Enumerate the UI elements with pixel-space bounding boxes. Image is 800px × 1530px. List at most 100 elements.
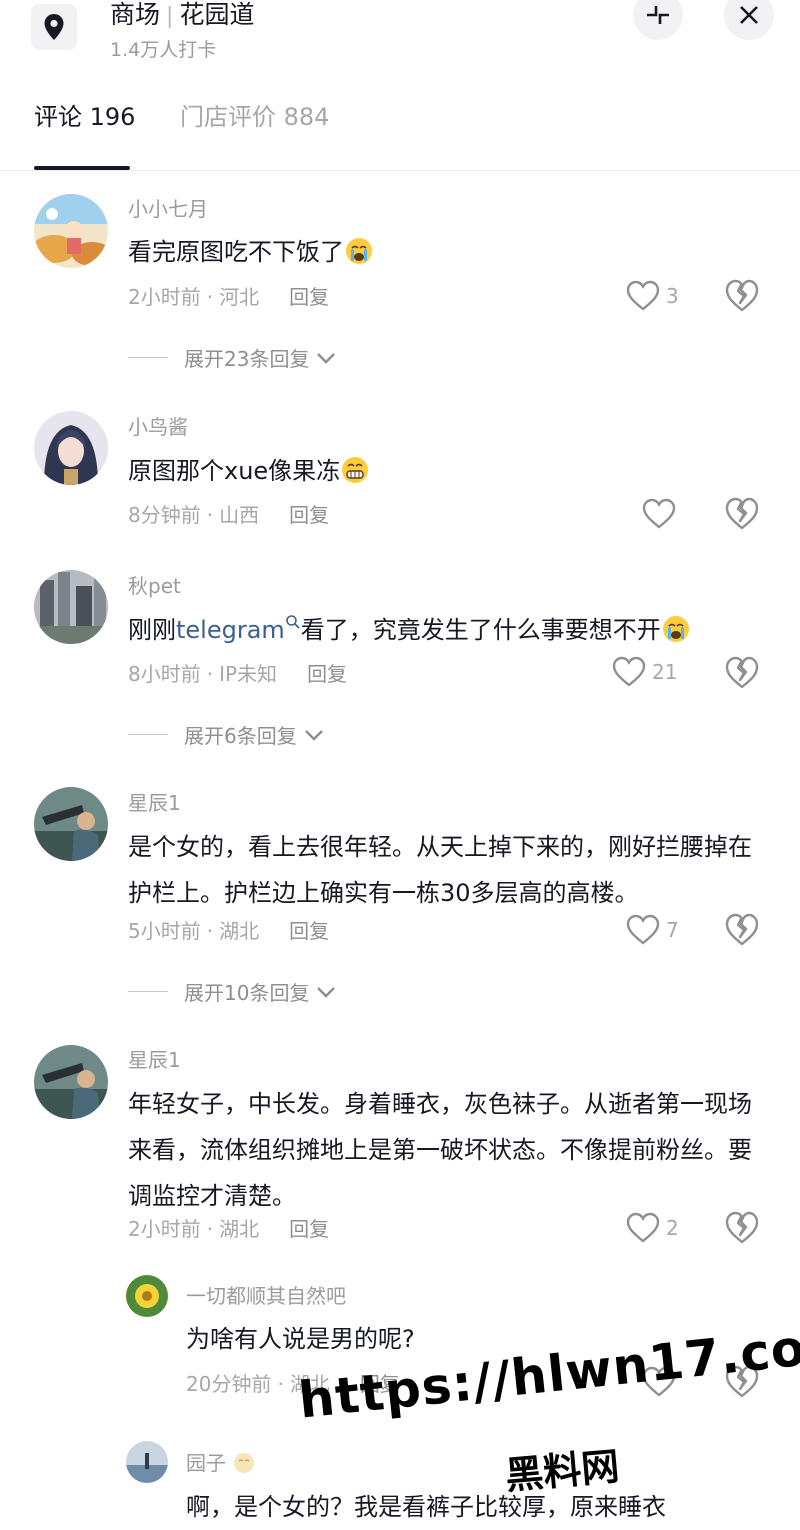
meta-dot: ·	[206, 503, 214, 527]
comment-text-pre: 刚刚	[128, 616, 176, 644]
chevron-down-icon	[317, 352, 336, 364]
location-button[interactable]	[31, 4, 77, 50]
tab-comments[interactable]: 评论 196	[34, 101, 135, 133]
expand-replies-button[interactable]: 展开10条回复	[128, 977, 337, 1006]
title-separator: |	[166, 4, 174, 29]
location-pin-icon	[44, 14, 64, 40]
reply-button[interactable]: 回复	[289, 919, 329, 943]
dislike-icon[interactable]	[724, 655, 760, 691]
comment-location: 湖北	[219, 1217, 260, 1241]
reply-button[interactable]: 回复	[289, 1217, 329, 1241]
comment-meta: 2小时前 · 河北 回复	[128, 284, 329, 310]
dislike-icon[interactable]	[724, 1210, 760, 1246]
expand-line	[128, 991, 168, 992]
comment-text-body: 原图那个xue像果冻	[128, 457, 341, 485]
username[interactable]: 星辰1	[128, 1047, 181, 1073]
meta-dot: ·	[206, 285, 214, 309]
like-button[interactable]: 2	[626, 1212, 679, 1244]
comment-time: 8分钟前	[128, 503, 201, 527]
comment-time: 5小时前	[128, 919, 201, 943]
avatar[interactable]	[34, 1045, 108, 1119]
meta-dot: ·	[206, 919, 214, 943]
comment-text: 啊，是个女的？我是看裤子比较厚，原来睡衣	[186, 1493, 666, 1521]
avatar[interactable]	[34, 787, 108, 861]
heart-icon	[626, 1212, 660, 1243]
meta-dot: ·	[277, 1372, 284, 1396]
tab-divider	[0, 170, 800, 171]
page-title: 商场 | 花园道	[110, 0, 254, 32]
comment-text: 是个女的，看上去很年轻。从天上掉下来的，刚好拦腰掉在护栏上。护栏边上确实有一栋3…	[128, 833, 752, 907]
expand-replies-label: 展开6条回复	[184, 724, 297, 748]
like-count: 2	[666, 1216, 679, 1240]
username[interactable]: 秋pet	[128, 573, 181, 599]
expand-replies-label: 展开10条回复	[184, 981, 310, 1005]
avatar[interactable]	[126, 1275, 168, 1317]
username[interactable]: 园子	[186, 1450, 256, 1476]
grinning-emoji	[342, 457, 369, 483]
comment-text-after: 看了，究竟发生了什么事要想不开	[300, 616, 661, 644]
like-count: 21	[652, 660, 678, 684]
collapse-icon	[647, 6, 669, 24]
like-button[interactable]: 7	[626, 914, 679, 946]
username-text: 园子	[186, 1451, 226, 1475]
comment-text: 刚刚telegram 看了，究竟发生了什么事要想不开	[128, 607, 768, 653]
reply-button[interactable]: 回复	[289, 503, 329, 527]
comment-location: 河北	[219, 285, 260, 309]
collapse-button[interactable]	[633, 0, 683, 40]
like-button[interactable]: 3	[626, 280, 679, 312]
dislike-icon[interactable]	[724, 496, 760, 532]
expand-line	[128, 357, 168, 358]
like-count: 3	[666, 284, 679, 308]
checkin-count: 1.4万人打卡	[110, 39, 217, 61]
chevron-down-icon	[304, 729, 323, 741]
comment-location: IP未知	[219, 662, 278, 686]
like-button[interactable]	[642, 498, 682, 530]
heart-icon	[642, 498, 676, 529]
reply-button[interactable]: 回复	[289, 285, 329, 309]
meta-dot: ·	[206, 662, 214, 686]
comment-meta: 8小时前 · IP未知 回复	[128, 661, 347, 687]
heart-icon	[612, 656, 646, 687]
comment-time: 2小时前	[128, 1217, 201, 1241]
comment-text: 看完原图吃不下饭了	[128, 229, 768, 275]
comment-meta: 2小时前 · 湖北 回复	[128, 1216, 329, 1242]
comment-meta: 5小时前 · 湖北 回复	[128, 918, 329, 944]
username[interactable]: 小鸟酱	[128, 414, 188, 440]
comment-time: 20分钟前	[186, 1372, 272, 1396]
username[interactable]: 小小七月	[128, 196, 208, 222]
expand-replies-button[interactable]: 展开6条回复	[128, 720, 325, 749]
avatar[interactable]	[126, 1441, 168, 1483]
avatar[interactable]	[34, 411, 108, 485]
close-icon	[740, 6, 758, 24]
close-button[interactable]	[724, 0, 774, 40]
watermark-brand: 黑料网	[503, 1444, 622, 1498]
crying-emoji	[662, 616, 689, 642]
search-link[interactable]: telegram	[176, 616, 285, 644]
emoji-icon	[234, 1453, 255, 1473]
username[interactable]: 一切都顺其自然吧	[186, 1283, 346, 1309]
username[interactable]: 星辰1	[128, 790, 181, 816]
like-count: 7	[666, 918, 679, 942]
search-icon	[285, 615, 300, 629]
avatar[interactable]	[34, 194, 108, 268]
avatar[interactable]	[34, 570, 108, 644]
comment-text-body: 看完原图吃不下饭了	[128, 238, 344, 266]
tab-store-reviews[interactable]: 门店评价 884	[180, 101, 329, 133]
comment-time: 8小时前	[128, 662, 201, 686]
dislike-icon[interactable]	[724, 278, 760, 314]
crying-emoji	[346, 238, 372, 264]
comment-location: 湖北	[219, 919, 260, 943]
comment-location: 山西	[219, 503, 260, 527]
comment-text: 原图那个xue像果冻	[128, 448, 768, 494]
expand-line	[128, 734, 168, 735]
meta-dot: ·	[206, 1217, 214, 1241]
reply-button[interactable]: 回复	[307, 662, 347, 686]
dislike-icon[interactable]	[724, 912, 760, 948]
comment-text: 年轻女子，中长发。身着睡衣，灰色袜子。从逝者第一现场来看，流体组织摊地上是第一破…	[128, 1090, 752, 1210]
expand-replies-label: 展开23条回复	[184, 347, 310, 371]
like-button[interactable]: 21	[612, 656, 677, 688]
comment-time: 2小时前	[128, 285, 201, 309]
chevron-down-icon	[317, 986, 336, 998]
expand-replies-button[interactable]: 展开23条回复	[128, 343, 337, 372]
heart-icon	[626, 914, 660, 945]
